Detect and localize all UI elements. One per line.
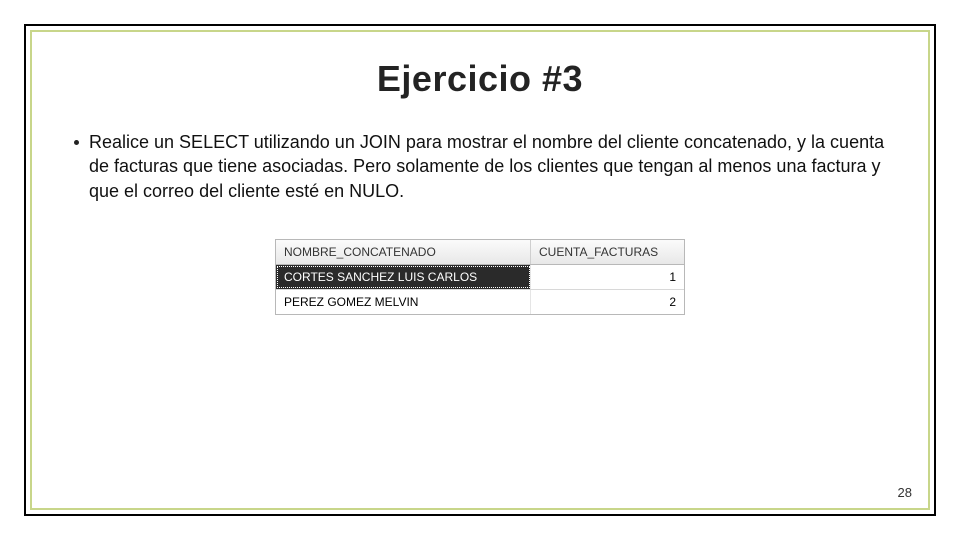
cell-cuenta[interactable]: 2 <box>531 290 684 314</box>
cell-nombre[interactable]: CORTES SANCHEZ LUIS CARLOS <box>276 265 531 289</box>
page-title: Ejercicio #3 <box>74 58 886 100</box>
bullet-text: Realice un SELECT utilizando un JOIN par… <box>89 130 886 203</box>
bullet-icon <box>74 140 79 145</box>
inner-border: Ejercicio #3 Realice un SELECT utilizand… <box>30 30 930 510</box>
column-header-nombre[interactable]: NOMBRE_CONCATENADO <box>276 240 531 264</box>
slide: Ejercicio #3 Realice un SELECT utilizand… <box>0 0 960 540</box>
page-number: 28 <box>898 485 912 500</box>
table-row[interactable]: PEREZ GOMEZ MELVIN 2 <box>276 290 684 314</box>
result-table: NOMBRE_CONCATENADO CUENTA_FACTURAS CORTE… <box>275 239 685 315</box>
table-header-row: NOMBRE_CONCATENADO CUENTA_FACTURAS <box>276 240 684 265</box>
table-row[interactable]: CORTES SANCHEZ LUIS CARLOS 1 <box>276 265 684 290</box>
cell-cuenta[interactable]: 1 <box>531 265 684 289</box>
cell-nombre[interactable]: PEREZ GOMEZ MELVIN <box>276 290 531 314</box>
column-header-cuenta[interactable]: CUENTA_FACTURAS <box>531 240 684 264</box>
bullet-item: Realice un SELECT utilizando un JOIN par… <box>74 130 886 203</box>
